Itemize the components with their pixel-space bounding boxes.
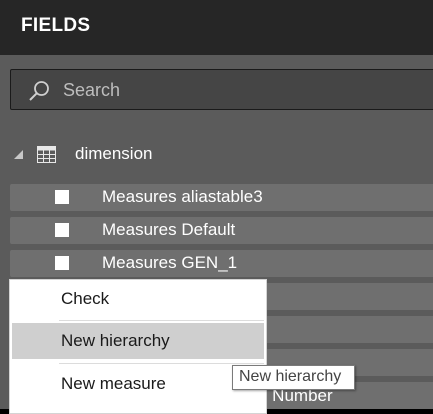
menu-item-new-measure[interactable]: New measure [12, 366, 264, 402]
field-checkbox[interactable] [55, 190, 69, 204]
context-menu: Check New hierarchy New measure [9, 279, 267, 414]
field-row[interactable]: Measures GEN_1 [10, 250, 433, 277]
tooltip-text: New hierarchy [239, 368, 342, 385]
pane-title: FIELDS [21, 15, 91, 36]
menu-divider [59, 320, 264, 321]
menu-divider [59, 363, 264, 364]
field-label: Measures Default [102, 220, 236, 239]
menu-item-label: Check [61, 289, 110, 308]
field-label: Measures aliastable3 [102, 187, 263, 206]
table-node-dimension[interactable]: dimension [0, 138, 433, 170]
menu-item-label: New hierarchy [61, 331, 170, 350]
collapse-arrow-icon[interactable] [14, 150, 23, 159]
table-name: dimension [75, 144, 153, 163]
fields-pane-header: FIELDS [0, 0, 433, 55]
field-checkbox[interactable] [55, 223, 69, 237]
field-checkbox[interactable] [55, 256, 69, 270]
search-input[interactable]: Search [10, 69, 433, 110]
menu-item-label: New measure [61, 374, 166, 393]
tooltip: New hierarchy [232, 365, 355, 390]
search-placeholder: Search [63, 80, 121, 100]
search-icon [29, 81, 49, 101]
table-icon [37, 146, 56, 163]
menu-item-check[interactable]: Check [12, 281, 264, 317]
field-row[interactable]: Measures Default [10, 217, 433, 244]
field-label: Measures GEN_1 [102, 253, 238, 272]
menu-item-new-hierarchy[interactable]: New hierarchy [12, 323, 264, 359]
field-row[interactable]: Measures aliastable3 [10, 184, 433, 211]
